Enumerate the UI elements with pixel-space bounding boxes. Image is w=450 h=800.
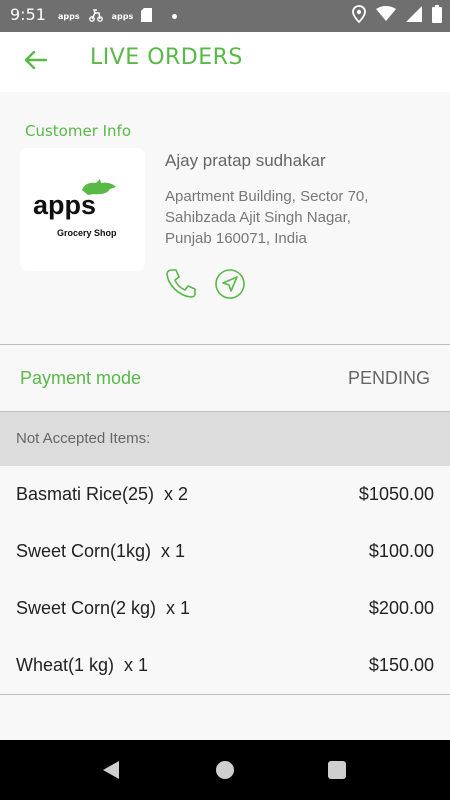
logo-wordmark: apps <box>33 190 97 220</box>
list-item: Basmati Rice(25) x 2 $1050.00 <box>0 466 450 523</box>
signal-icon <box>406 6 422 26</box>
phone-icon <box>164 269 198 304</box>
order-items-list: Basmati Rice(25) x 2 $1050.00 Sweet Corn… <box>0 466 450 694</box>
call-customer-button[interactable] <box>164 266 198 300</box>
sd-card-icon <box>141 7 153 26</box>
apps-notification-icon: apps <box>58 11 80 21</box>
system-navigation-bar <box>0 740 450 800</box>
recents-square-icon[interactable] <box>328 761 346 779</box>
logo-subtitle: Grocery Shop <box>57 228 117 238</box>
status-bar: 9:51 apps apps <box>0 0 450 32</box>
customer-info-label: Customer Info <box>25 122 132 140</box>
page-title: LIVE ORDERS <box>90 45 243 70</box>
item-name: Basmati Rice(25) x 2 <box>16 484 189 504</box>
payment-status-value: PENDING <box>347 368 430 388</box>
address-line: Sahibzada Ajit Singh Nagar, <box>165 209 351 226</box>
not-accepted-items-header: Not Accepted Items: <box>0 412 450 466</box>
navigate-to-customer-button[interactable] <box>214 268 246 300</box>
status-time: 9:51 <box>10 5 46 24</box>
item-name: Sweet Corn(1kg) x 1 <box>16 541 186 561</box>
more-notifications-dot-icon <box>172 14 178 19</box>
location-icon <box>352 5 366 27</box>
delivery-notification-icon <box>88 8 104 26</box>
home-circle-icon[interactable] <box>216 761 234 779</box>
wifi-icon <box>376 6 396 26</box>
status-notification-icons: apps apps <box>58 7 178 26</box>
list-item: Wheat(1 kg) x 1 $150.00 <box>0 637 450 694</box>
address-line: Punjab 160071, India <box>165 230 307 247</box>
address-line: Apartment Building, Sector 70, <box>165 188 369 205</box>
store-logo: apps Grocery Shop <box>20 148 145 271</box>
customer-info-section: Customer Info apps Grocery Shop Ajay pra… <box>0 92 450 344</box>
list-item: Sweet Corn(1kg) x 1 $100.00 <box>0 523 450 580</box>
payment-mode-row: Payment mode PENDING <box>0 345 450 411</box>
list-item: Sweet Corn(2 kg) x 1 $200.00 <box>0 580 450 637</box>
item-price: $200.00 <box>368 598 434 618</box>
back-button[interactable] <box>16 42 56 82</box>
item-price: $100.00 <box>368 541 434 561</box>
item-name: Sweet Corn(2 kg) x 1 <box>16 598 191 618</box>
navigation-icon <box>214 269 246 304</box>
section-header-text: Not Accepted Items: <box>16 430 151 447</box>
app-toolbar: LIVE ORDERS <box>0 32 450 92</box>
item-price: $150.00 <box>368 655 434 675</box>
item-name: Wheat(1 kg) x 1 <box>16 655 149 675</box>
apps-notification-icon: apps <box>111 11 134 21</box>
back-triangle-icon[interactable] <box>101 760 121 784</box>
status-system-icons <box>352 5 442 27</box>
item-price: $1050.00 <box>358 484 434 504</box>
customer-address: Apartment Building, Sector 70, Sahibzada… <box>165 186 435 249</box>
arrow-left-icon <box>24 50 48 74</box>
customer-name: Ajay pratap sudhakar <box>165 151 326 170</box>
list-footer-space <box>0 695 450 740</box>
battery-icon <box>432 5 442 27</box>
payment-mode-label: Payment mode <box>20 368 142 388</box>
